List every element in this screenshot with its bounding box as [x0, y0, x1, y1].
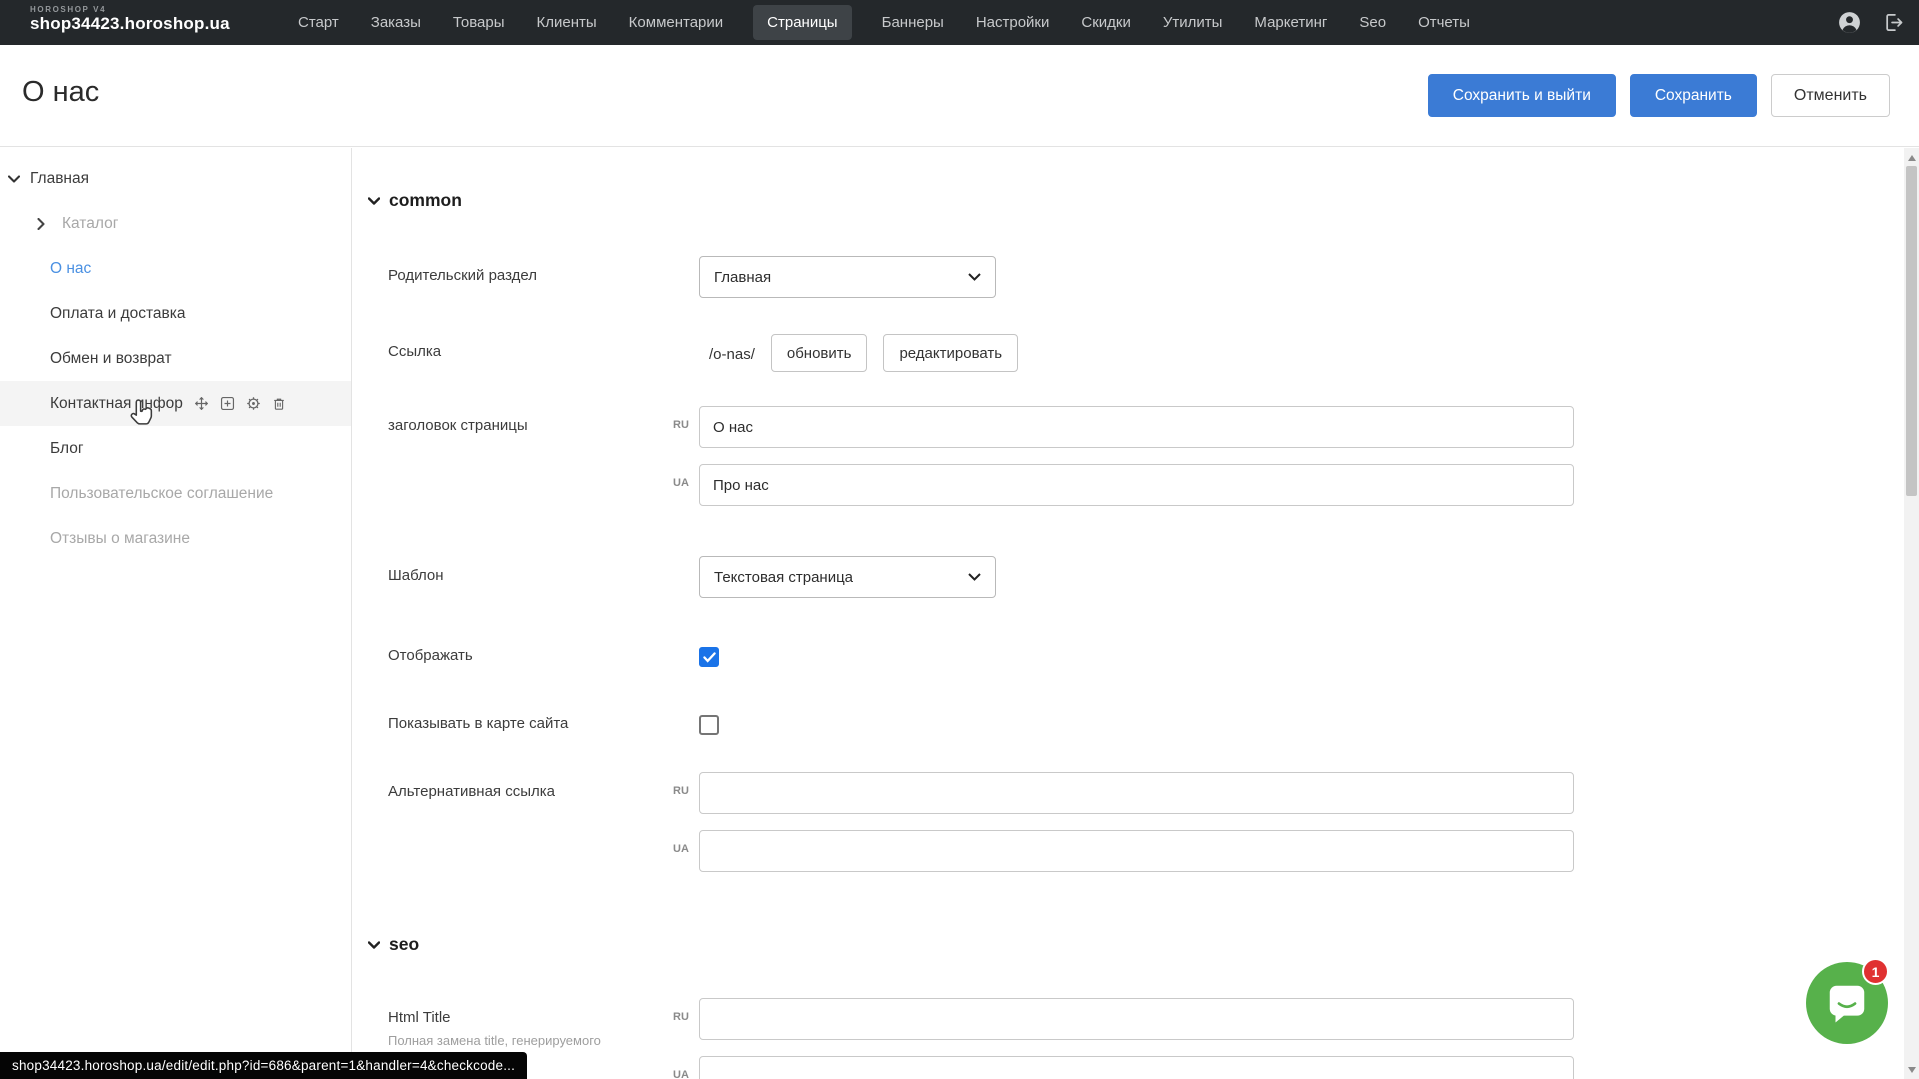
- alt-link-ua-input[interactable]: [699, 830, 1574, 872]
- sidebar-item-otzyvy[interactable]: Отзывы о магазине: [0, 516, 351, 561]
- lang-badge-ru: RU: [673, 998, 699, 1040]
- selected-value: Главная: [714, 269, 771, 286]
- sidebar-item-label: Каталог: [62, 215, 118, 233]
- save-button[interactable]: Сохранить: [1630, 74, 1757, 117]
- lang-badge-ua: UA: [673, 1056, 699, 1079]
- move-icon[interactable]: [193, 395, 210, 412]
- template-select[interactable]: Текстовая страница: [699, 556, 996, 598]
- nav-item-orders[interactable]: Заказы: [369, 5, 423, 40]
- shop-logo[interactable]: HOROSHOP V4 shop34423.horoshop.ua: [30, 5, 230, 33]
- nav-item-pages[interactable]: Страницы: [753, 5, 851, 40]
- logo-domain-label: shop34423.horoshop.ua: [30, 14, 230, 33]
- sidebar-item-soglashenie[interactable]: Пользовательское соглашение: [0, 471, 351, 516]
- sidebar-item-kontaktnaya[interactable]: Контактная инфор: [0, 381, 351, 426]
- display-checkbox[interactable]: [699, 647, 719, 667]
- sidebar-item-obmen[interactable]: Обмен и возврат: [0, 336, 351, 381]
- top-navbar: HOROSHOP V4 shop34423.horoshop.ua Старт …: [0, 0, 1919, 45]
- display-label: Отображать: [388, 645, 673, 664]
- sidebar-item-label: Главная: [30, 170, 89, 188]
- section-common[interactable]: common: [368, 190, 1904, 211]
- sidebar-item-label: Отзывы о магазине: [50, 530, 190, 548]
- nav-item-products[interactable]: Товары: [451, 5, 507, 40]
- page-title-ru-input[interactable]: [699, 406, 1574, 448]
- scroll-down-arrow[interactable]: [1904, 1062, 1919, 1077]
- chevron-down-icon: [368, 197, 380, 205]
- lang-badge-ua: UA: [673, 830, 699, 872]
- settings-icon[interactable]: [245, 395, 262, 412]
- cancel-button[interactable]: Отменить: [1771, 74, 1890, 117]
- nav-item-banners[interactable]: Баннеры: [880, 5, 946, 40]
- template-label: Шаблон: [388, 556, 673, 584]
- sitemap-label: Показывать в карте сайта: [388, 713, 673, 732]
- html-title-label: Html Title: [388, 1009, 673, 1026]
- chat-bubble-icon: [1824, 980, 1870, 1026]
- page-title-field-label: заголовок страницы: [388, 406, 673, 434]
- vertical-scrollbar[interactable]: [1904, 148, 1919, 1079]
- chat-unread-badge: 1: [1862, 958, 1889, 985]
- page-edit-form: common Родительский раздел Главная Ссылк…: [353, 148, 1904, 1079]
- chevron-down-icon: [368, 941, 380, 949]
- page-title: О нас: [22, 76, 99, 109]
- scroll-up-arrow[interactable]: [1904, 150, 1919, 165]
- sidebar-item-blog[interactable]: Блог: [0, 426, 351, 471]
- chevron-down-icon[interactable]: [8, 175, 20, 183]
- check-icon: [703, 652, 716, 663]
- link-preview-statusbar: shop34423.horoshop.ua/edit/edit.php?id=6…: [0, 1052, 527, 1079]
- sidebar-item-label: Контактная инфор: [50, 395, 183, 413]
- html-title-ru-input[interactable]: [699, 998, 1574, 1040]
- chat-widget-button[interactable]: 1: [1806, 962, 1888, 1044]
- nav-item-marketing[interactable]: Маркетинг: [1252, 5, 1329, 40]
- sidebar-item-label: Блог: [50, 440, 84, 458]
- chevron-down-icon: [968, 273, 981, 281]
- sidebar-item-katalog[interactable]: Каталог: [0, 201, 351, 246]
- sidebar-item-glavnaya[interactable]: Главная: [0, 156, 351, 201]
- page-title-ua-input[interactable]: [699, 464, 1574, 506]
- parent-section-select[interactable]: Главная: [699, 256, 996, 298]
- nav-item-reports[interactable]: Отчеты: [1416, 5, 1472, 40]
- nav-item-discounts[interactable]: Скидки: [1079, 5, 1132, 40]
- sidebar-item-label: Оплата и доставка: [50, 305, 186, 323]
- scrollbar-thumb[interactable]: [1906, 166, 1917, 496]
- chevron-down-icon: [968, 573, 981, 581]
- nav-item-clients[interactable]: Клиенты: [535, 5, 599, 40]
- logout-icon[interactable]: [1882, 11, 1905, 34]
- item-action-icons: [193, 395, 287, 412]
- logo-version-label: HOROSHOP V4: [30, 5, 230, 14]
- nav-item-utilities[interactable]: Утилиты: [1161, 5, 1225, 40]
- link-label: Ссылка: [388, 334, 673, 360]
- account-icon[interactable]: [1837, 10, 1862, 35]
- link-refresh-button[interactable]: обновить: [771, 334, 868, 372]
- pages-tree-sidebar: Главная Каталог О нас Оплата и доставка …: [0, 148, 352, 1079]
- add-icon[interactable]: [219, 395, 236, 412]
- delete-icon[interactable]: [271, 396, 287, 412]
- nav-item-start[interactable]: Старт: [296, 5, 341, 40]
- page-header: О нас Сохранить и выйти Сохранить Отмени…: [0, 45, 1919, 147]
- section-seo[interactable]: seo: [368, 934, 1904, 955]
- sidebar-item-label: О нас: [50, 260, 91, 278]
- section-seo-label: seo: [389, 934, 419, 955]
- link-path-value: /o-nas/: [699, 344, 755, 363]
- lang-badge-ru: RU: [673, 406, 699, 448]
- chevron-right-icon[interactable]: [37, 218, 45, 230]
- sidebar-item-oplata[interactable]: Оплата и доставка: [0, 291, 351, 336]
- alt-link-ru-input[interactable]: [699, 772, 1574, 814]
- save-and-exit-button[interactable]: Сохранить и выйти: [1428, 74, 1616, 117]
- sidebar-item-label: Пользовательское соглашение: [50, 485, 273, 503]
- parent-section-label: Родительский раздел: [388, 256, 673, 284]
- sidebar-item-label: Обмен и возврат: [50, 350, 172, 368]
- lang-badge-ua: UA: [673, 464, 699, 506]
- link-edit-button[interactable]: редактировать: [883, 334, 1018, 372]
- lang-badge-ru: RU: [673, 772, 699, 814]
- html-title-note: Полная замена title, генерируемого: [388, 1033, 673, 1049]
- nav-item-seo[interactable]: Seo: [1357, 5, 1388, 40]
- alt-link-label: Альтернативная ссылка: [388, 772, 673, 800]
- nav-item-comments[interactable]: Комментарии: [627, 5, 725, 40]
- sitemap-checkbox[interactable]: [699, 715, 719, 735]
- nav-item-settings[interactable]: Настройки: [974, 5, 1052, 40]
- sidebar-item-o-nas[interactable]: О нас: [0, 246, 351, 291]
- html-title-ua-input[interactable]: [699, 1056, 1574, 1079]
- section-common-label: common: [389, 190, 462, 211]
- selected-value: Текстовая страница: [714, 569, 853, 586]
- main-menu: Старт Заказы Товары Клиенты Комментарии …: [296, 0, 1472, 45]
